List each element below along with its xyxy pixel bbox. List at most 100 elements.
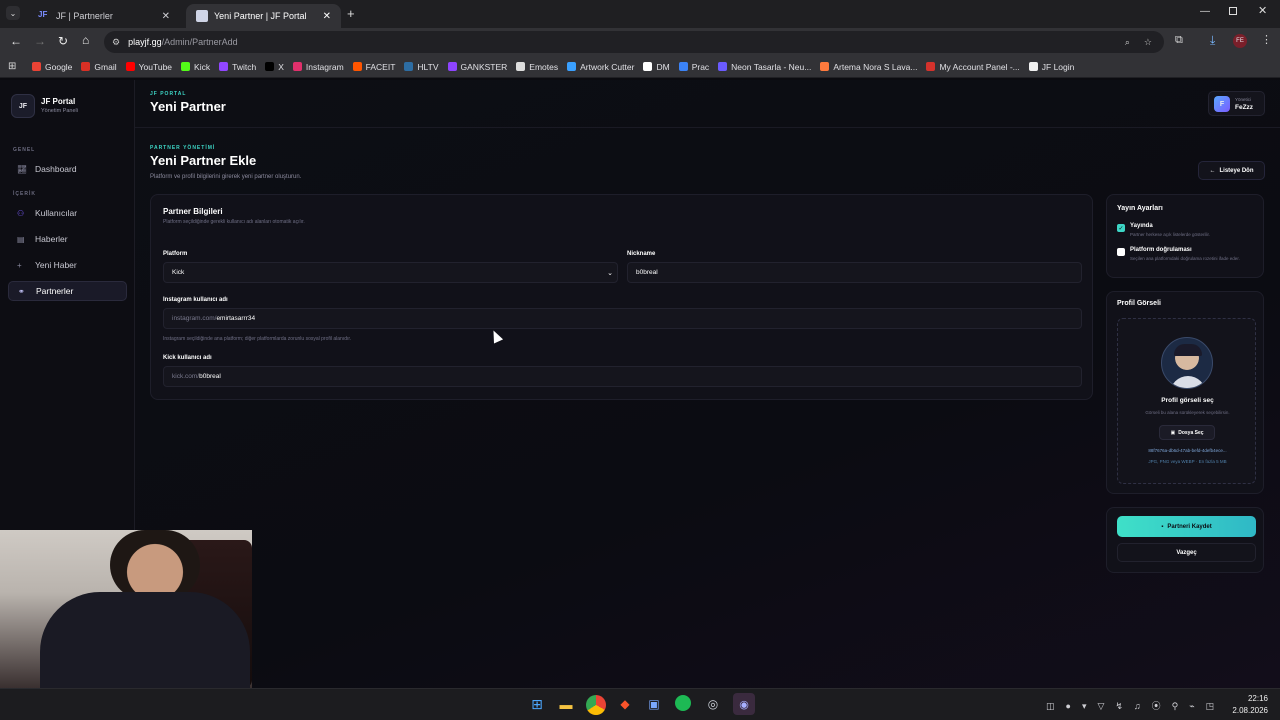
chrome-icon[interactable] bbox=[586, 695, 606, 715]
close-window-button[interactable]: ✕ bbox=[1258, 4, 1267, 17]
platform-value: Kick bbox=[172, 269, 185, 276]
bookmark-star-icon[interactable]: ☆ bbox=[1144, 37, 1152, 48]
bookmark-favicon-icon bbox=[404, 62, 414, 71]
image-card-title: Profil Görseli bbox=[1117, 300, 1161, 307]
verified-label: Platform doğrulaması bbox=[1130, 247, 1192, 253]
clock-date[interactable]: 2.08.2026 bbox=[1230, 706, 1268, 715]
menu-kebab-icon[interactable]: ⋮ bbox=[1261, 33, 1272, 46]
bookmark-item[interactable]: Kick bbox=[181, 62, 210, 72]
bookmark-item[interactable]: HLTV bbox=[404, 62, 439, 72]
bookmark-favicon-icon bbox=[352, 62, 362, 71]
bookmark-favicon-icon bbox=[567, 62, 577, 71]
file-select-button[interactable]: ▣ Dosya Seç bbox=[1159, 425, 1215, 440]
tab-yeni-partner[interactable]: Yeni Partner | JF Portal ✕ bbox=[186, 4, 341, 28]
apps-grid-icon[interactable]: ⊞ bbox=[8, 61, 16, 72]
section-icerik: İÇERİK bbox=[13, 191, 36, 197]
published-checkbox[interactable]: ✓ bbox=[1117, 224, 1125, 232]
close-icon[interactable]: ✕ bbox=[323, 11, 331, 22]
nickname-label: Nickname bbox=[627, 251, 656, 257]
page-title: Yeni Partner Ekle bbox=[150, 153, 257, 168]
restore-button[interactable] bbox=[1229, 7, 1237, 15]
bookmark-item[interactable]: My Account Panel -... bbox=[926, 61, 1020, 72]
avatar-cap-icon bbox=[1174, 344, 1202, 356]
newspaper-icon: ▤ bbox=[17, 234, 25, 244]
zoom-icon[interactable]: ⌕ bbox=[1125, 37, 1130, 48]
steam-icon[interactable]: ◎ bbox=[704, 695, 722, 713]
kick-input[interactable]: kick.com/ b0breal bbox=[163, 366, 1082, 387]
save-partner-button[interactable]: ▪ Partneri Kaydet bbox=[1117, 516, 1256, 537]
bookmark-item[interactable]: Artwork Cutter bbox=[567, 62, 634, 72]
platform-select[interactable]: Kick ⌄ bbox=[163, 262, 618, 283]
bookmark-item[interactable]: Neon Tasarla - Neu... bbox=[718, 62, 811, 72]
bookmark-item[interactable]: Instagram bbox=[292, 62, 344, 72]
partner-info-card: Partner Bilgileri Platform seçildiğinde … bbox=[150, 194, 1093, 400]
visual-studio-icon[interactable]: ▣ bbox=[645, 695, 663, 713]
back-to-list-button[interactable]: ← Listeye Dön bbox=[1198, 161, 1265, 180]
instagram-input[interactable]: instagram.com/ emirtasarrr34 bbox=[163, 308, 1082, 329]
reload-icon[interactable]: ↻ bbox=[58, 34, 68, 48]
kick-label: Kick kullanıcı adı bbox=[163, 355, 212, 361]
bookmark-item[interactable]: YouTube bbox=[125, 62, 172, 72]
brand-logo[interactable]: JF bbox=[11, 94, 35, 118]
verified-checkbox[interactable] bbox=[1117, 248, 1125, 256]
user-menu[interactable]: F Yönetici FeZzz bbox=[1208, 91, 1265, 116]
bookmark-favicon-icon bbox=[81, 62, 91, 71]
file-explorer-icon[interactable]: ▬ bbox=[557, 695, 575, 713]
spotify-icon[interactable] bbox=[675, 695, 691, 711]
save-label: Partneri Kaydet bbox=[1167, 523, 1212, 530]
minimize-button[interactable]: — bbox=[1200, 6, 1210, 17]
bookmark-item[interactable]: FACEIT bbox=[352, 62, 395, 72]
bookmark-item[interactable]: Prac bbox=[678, 62, 709, 72]
image-dropzone[interactable]: Profil görseli seç Görseli bu alana sürü… bbox=[1117, 318, 1256, 484]
bookmark-favicon-icon bbox=[678, 62, 688, 71]
profile-avatar[interactable]: FE bbox=[1233, 34, 1247, 48]
bookmark-item[interactable]: Artema Nora S Lava... bbox=[820, 62, 917, 72]
discord-icon[interactable]: ◉ bbox=[733, 693, 755, 715]
avatar-shirt-icon bbox=[1170, 376, 1206, 388]
cancel-button[interactable]: Vazgeç bbox=[1117, 543, 1256, 562]
bookmark-label: Twitch bbox=[232, 61, 257, 72]
bookmark-item[interactable]: GANKSTER bbox=[447, 62, 507, 72]
sidebar-item-haberler[interactable]: ▤ Haberler bbox=[8, 229, 127, 249]
bookmark-label: Neon Tasarla - Neu... bbox=[731, 61, 812, 72]
bookmark-item[interactable]: Gmail bbox=[81, 62, 117, 72]
sidebar-item-partnerler[interactable]: ⚭ Partnerler bbox=[8, 281, 127, 301]
tab-partnerler[interactable]: JF JF | Partnerler ✕ bbox=[28, 4, 180, 28]
forward-arrow-icon[interactable]: → bbox=[34, 34, 46, 48]
bookmark-item[interactable]: Twitch bbox=[219, 62, 256, 72]
bookmark-item[interactable]: Emotes bbox=[516, 62, 558, 72]
bookmark-item[interactable]: X bbox=[265, 62, 284, 72]
back-label: Listeye Dön bbox=[1219, 167, 1254, 174]
sidebar-item-yeni-haber[interactable]: + Yeni Haber bbox=[8, 255, 127, 275]
extensions-icon[interactable]: ⧉ bbox=[1175, 34, 1183, 47]
close-icon[interactable]: ✕ bbox=[162, 11, 170, 22]
bookmark-item[interactable]: DM bbox=[643, 62, 670, 72]
home-icon[interactable]: ⌂ bbox=[82, 33, 89, 47]
card-subtitle: Platform seçildiğinde gerekli kullanıcı … bbox=[163, 219, 305, 225]
sidebar-item-dashboard[interactable]: 📈︎ Dashboard bbox=[8, 159, 127, 179]
brave-icon[interactable]: ◆ bbox=[616, 695, 634, 713]
windows-start-icon[interactable]: ⊞ bbox=[528, 695, 546, 713]
kick-prefix: kick.com/ bbox=[172, 373, 200, 380]
bookmark-label: Kick bbox=[194, 61, 211, 72]
bookmark-label: JF Login bbox=[1041, 61, 1075, 72]
arrow-left-icon: ← bbox=[1209, 167, 1216, 174]
nickname-input[interactable]: b0breal bbox=[627, 262, 1082, 283]
bookmark-item[interactable]: Google bbox=[32, 62, 72, 72]
new-tab-button[interactable]: + bbox=[347, 6, 355, 21]
chart-icon: 📈︎ bbox=[17, 164, 28, 174]
bookmark-item[interactable]: JF Login bbox=[1028, 61, 1075, 72]
sidebar-item-kullanicilar[interactable]: ⚇ Kullanıcılar bbox=[8, 203, 127, 223]
tray-icons[interactable]: ◫●▾▽↯♫⦿⚲⌁◳ bbox=[1046, 699, 1225, 712]
bookmarks-bar: ⊞ Google Gmail YouTube Kick Twitch X Instagram… bbox=[0, 56, 1280, 78]
clock-time[interactable]: 22:16 bbox=[1240, 694, 1268, 703]
verified-desc: Seçilen ana platformdaki doğrulama rozet… bbox=[1130, 256, 1240, 261]
address-bar[interactable]: ⚙ playjf.gg /Admin/PartnerAdd ⌕ ☆ bbox=[104, 31, 1164, 53]
back-arrow-icon[interactable]: ← bbox=[10, 34, 22, 48]
bookmark-label: My Account Panel -... bbox=[939, 61, 1020, 72]
tab-search-button[interactable]: ⌄ bbox=[6, 6, 20, 20]
url-domain: playjf.gg bbox=[128, 37, 162, 47]
site-info-icon[interactable]: ⚙ bbox=[112, 37, 120, 48]
sidebar-item-label: Haberler bbox=[35, 234, 68, 244]
download-icon[interactable]: ⤓ bbox=[1210, 33, 1215, 48]
